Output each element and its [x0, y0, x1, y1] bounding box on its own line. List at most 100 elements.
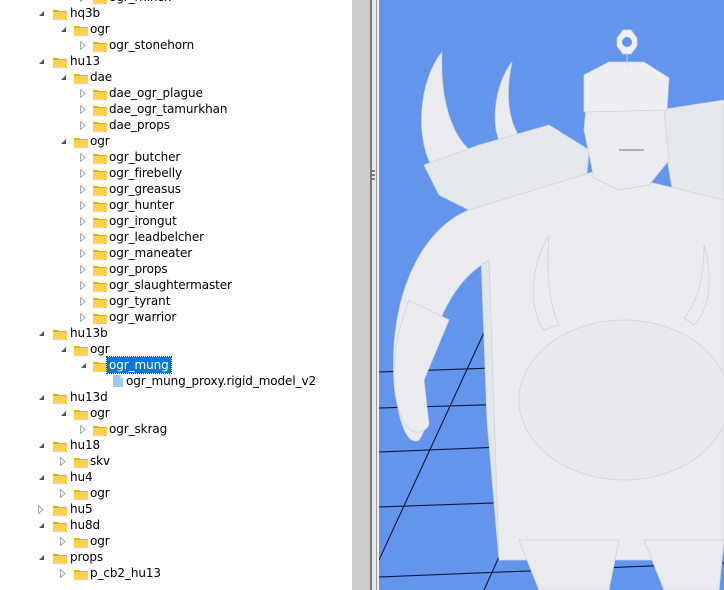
- tree-folder-node[interactable]: hu5: [0, 501, 352, 517]
- tree-node-label[interactable]: ogr_maneater: [107, 245, 194, 261]
- tree-folder-node[interactable]: hq3b: [0, 5, 352, 21]
- tree-node-label[interactable]: ogr_irongut: [107, 213, 179, 229]
- expanded-triangle-icon[interactable]: [58, 69, 68, 85]
- tree-folder-node[interactable]: hu18: [0, 437, 352, 453]
- tree-node-label[interactable]: hu13b: [68, 325, 110, 341]
- tree-node-label[interactable]: hq3b: [68, 5, 102, 21]
- file-tree[interactable]: ogr_rhinoxhq3bogrogr_stonehornhu13daedae…: [0, 0, 352, 581]
- tree-node-label[interactable]: dae_ogr_tamurkhan: [107, 101, 229, 117]
- tree-folder-node[interactable]: ogr_firebelly: [0, 165, 352, 181]
- tree-folder-node[interactable]: ogr_greasus: [0, 181, 352, 197]
- tree-node-label[interactable]: ogr_leadbelcher: [107, 229, 206, 245]
- tree-folder-node[interactable]: ogr: [0, 485, 352, 501]
- tree-folder-node[interactable]: p_cb2_hu13: [0, 565, 352, 581]
- tree-node-label[interactable]: ogr_greasus: [107, 181, 183, 197]
- splitter-grip-handle[interactable]: [371, 170, 375, 184]
- tree-folder-node[interactable]: ogr_slaughtermaster: [0, 277, 352, 293]
- tree-node-label[interactable]: hu13d: [68, 389, 110, 405]
- tree-node-label[interactable]: p_cb2_hu13: [88, 565, 163, 581]
- collapsed-triangle-icon[interactable]: [78, 229, 88, 245]
- collapsed-triangle-icon[interactable]: [78, 181, 88, 197]
- tree-folder-node[interactable]: ogr_butcher: [0, 149, 352, 165]
- tree-folder-node[interactable]: ogr_skrag: [0, 421, 352, 437]
- tree-folder-node[interactable]: ogr: [0, 133, 352, 149]
- expanded-triangle-icon[interactable]: [36, 53, 46, 69]
- expanded-triangle-icon[interactable]: [36, 437, 46, 453]
- tree-folder-node[interactable]: ogr_maneater: [0, 245, 352, 261]
- tree-folder-node[interactable]: dae: [0, 69, 352, 85]
- tree-node-label[interactable]: ogr_firebelly: [107, 165, 184, 181]
- tree-node-label[interactable]: props: [68, 549, 105, 565]
- expanded-triangle-icon[interactable]: [36, 517, 46, 533]
- expanded-triangle-icon[interactable]: [36, 549, 46, 565]
- collapsed-triangle-icon[interactable]: [78, 293, 88, 309]
- collapsed-triangle-icon[interactable]: [78, 149, 88, 165]
- tree-folder-node[interactable]: hu13: [0, 53, 352, 69]
- tree-folder-node[interactable]: ogr_props: [0, 261, 352, 277]
- tree-node-label[interactable]: ogr: [88, 533, 112, 549]
- tree-node-label[interactable]: ogr: [88, 341, 112, 357]
- tree-node-label[interactable]: ogr_stonehorn: [107, 37, 196, 53]
- file-tree-panel[interactable]: ogr_rhinoxhq3bogrogr_stonehornhu13daedae…: [0, 0, 352, 590]
- tree-node-label[interactable]: skv: [88, 453, 112, 469]
- 3d-scene[interactable]: [379, 0, 724, 590]
- tree-node-label[interactable]: ogr: [88, 21, 112, 37]
- tree-node-label[interactable]: hu5: [68, 501, 95, 517]
- collapsed-triangle-icon[interactable]: [58, 453, 68, 469]
- expanded-triangle-icon[interactable]: [58, 341, 68, 357]
- ogre-model[interactable]: [393, 29, 724, 590]
- tree-folder-node[interactable]: ogr: [0, 21, 352, 37]
- collapsed-triangle-icon[interactable]: [78, 165, 88, 181]
- tree-node-label[interactable]: hu8d: [68, 517, 102, 533]
- expanded-triangle-icon[interactable]: [58, 405, 68, 421]
- tree-folder-node[interactable]: dae_props: [0, 117, 352, 133]
- tree-node-label[interactable]: dae_ogr_plague: [107, 85, 205, 101]
- collapsed-triangle-icon[interactable]: [78, 309, 88, 325]
- tree-node-label[interactable]: hu18: [68, 437, 102, 453]
- collapsed-triangle-icon[interactable]: [78, 245, 88, 261]
- collapsed-triangle-icon[interactable]: [58, 565, 68, 581]
- tree-folder-node[interactable]: skv: [0, 453, 352, 469]
- tree-node-label[interactable]: dae_props: [107, 117, 172, 133]
- expanded-triangle-icon[interactable]: [58, 133, 68, 149]
- tree-node-label[interactable]: ogr_props: [107, 261, 170, 277]
- tree-folder-node[interactable]: ogr: [0, 405, 352, 421]
- collapsed-triangle-icon[interactable]: [78, 117, 88, 133]
- tree-node-label[interactable]: ogr_butcher: [107, 149, 182, 165]
- tree-folder-node[interactable]: ogr_mung: [0, 356, 352, 374]
- collapsed-triangle-icon[interactable]: [58, 485, 68, 501]
- collapsed-triangle-icon[interactable]: [78, 197, 88, 213]
- tree-node-label[interactable]: hu13: [68, 53, 102, 69]
- tree-node-label[interactable]: dae: [88, 69, 114, 85]
- tree-folder-node[interactable]: hu13d: [0, 389, 352, 405]
- tree-folder-node[interactable]: hu4: [0, 469, 352, 485]
- collapsed-triangle-icon[interactable]: [78, 277, 88, 293]
- tree-node-label[interactable]: ogr: [88, 133, 112, 149]
- collapsed-triangle-icon[interactable]: [78, 37, 88, 53]
- tree-node-label[interactable]: ogr_mung: [106, 356, 172, 374]
- tree-folder-node[interactable]: dae_ogr_plague: [0, 85, 352, 101]
- tree-folder-node[interactable]: hu13b: [0, 325, 352, 341]
- tree-folder-node[interactable]: ogr_warrior: [0, 309, 352, 325]
- tree-folder-node[interactable]: ogr_stonehorn: [0, 37, 352, 53]
- collapsed-triangle-icon[interactable]: [78, 85, 88, 101]
- 3d-viewport[interactable]: [379, 0, 724, 590]
- tree-node-label[interactable]: ogr_warrior: [107, 309, 178, 325]
- tree-folder-node[interactable]: ogr_tyrant: [0, 293, 352, 309]
- tree-file-node[interactable]: ogr_mung_proxy.rigid_model_v2: [0, 373, 352, 389]
- collapsed-triangle-icon[interactable]: [58, 533, 68, 549]
- tree-folder-node[interactable]: ogr: [0, 341, 352, 357]
- tree-folder-node[interactable]: hu8d: [0, 517, 352, 533]
- expanded-triangle-icon[interactable]: [36, 5, 46, 21]
- tree-node-label[interactable]: ogr: [88, 405, 112, 421]
- tree-folder-node[interactable]: ogr_irongut: [0, 213, 352, 229]
- tree-node-label[interactable]: ogr_slaughtermaster: [107, 277, 234, 293]
- expanded-triangle-icon[interactable]: [58, 21, 68, 37]
- collapsed-triangle-icon[interactable]: [36, 501, 46, 517]
- collapsed-triangle-icon[interactable]: [78, 101, 88, 117]
- expanded-triangle-icon[interactable]: [36, 469, 46, 485]
- tree-folder-node[interactable]: ogr_leadbelcher: [0, 229, 352, 245]
- collapsed-triangle-icon[interactable]: [78, 261, 88, 277]
- tree-node-label[interactable]: ogr: [88, 485, 112, 501]
- tree-folder-node[interactable]: ogr_hunter: [0, 197, 352, 213]
